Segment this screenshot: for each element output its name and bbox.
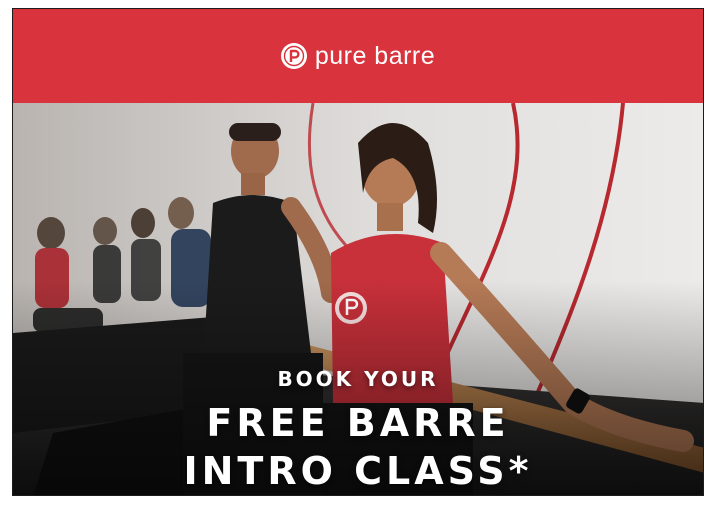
brand-name: pure barre xyxy=(314,41,436,70)
promo-banner[interactable]: pure barre BOOK YOUR FREE BARRE INTRO CL… xyxy=(12,8,704,496)
headline-intro-class: INTRO CLASS* xyxy=(183,449,533,493)
brand-header: pure barre xyxy=(13,9,703,103)
headline-free-barre: FREE BARRE xyxy=(206,401,510,445)
headline-book-your: BOOK YOUR xyxy=(277,367,439,391)
pure-barre-p-icon xyxy=(280,43,307,69)
brand-logo: pure barre xyxy=(280,41,436,71)
